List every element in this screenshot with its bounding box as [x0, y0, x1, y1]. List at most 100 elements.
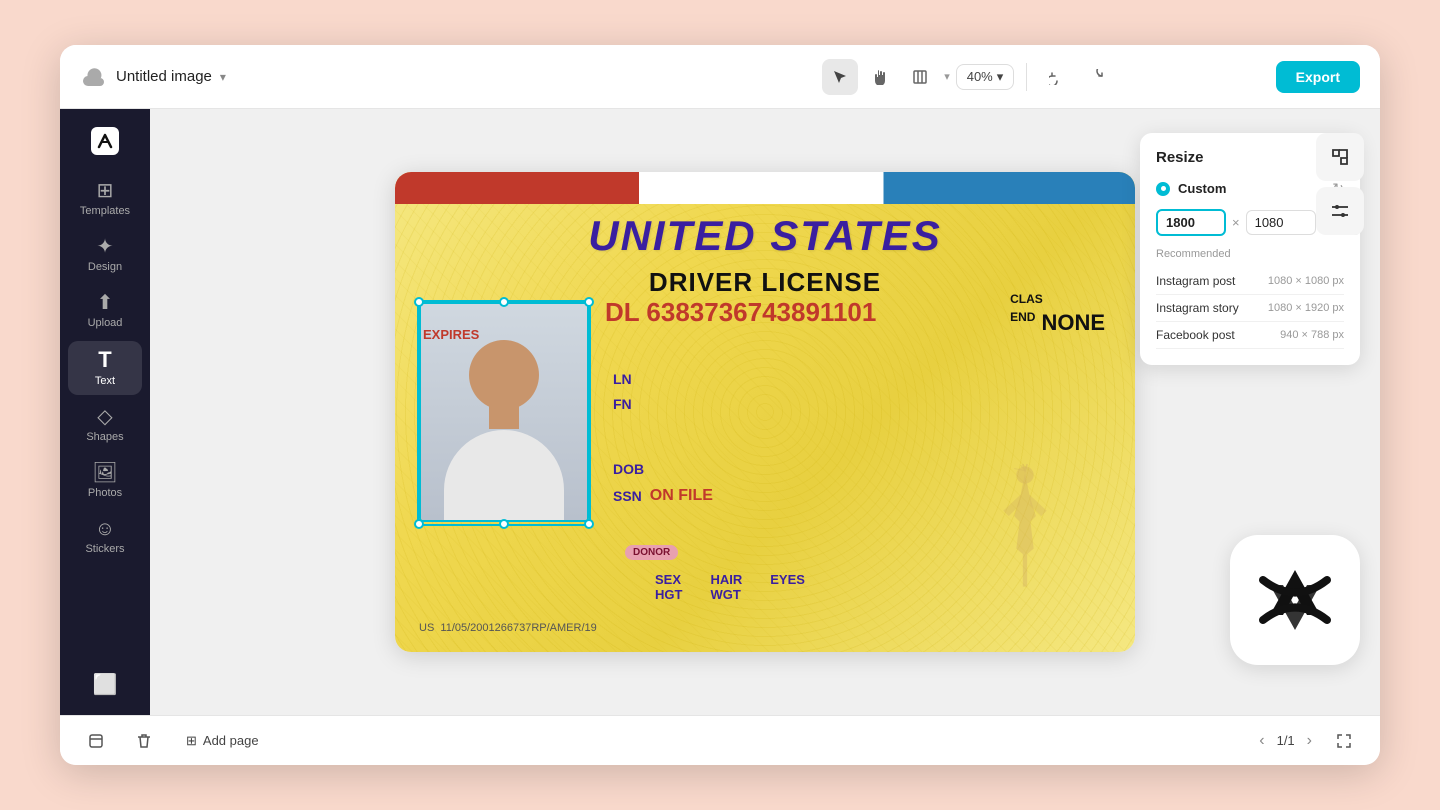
hair-wgt: HAIR WGT [710, 572, 742, 602]
add-page-label: Add page [203, 733, 259, 748]
sidebar-upload-label: Upload [88, 317, 123, 329]
add-page-icon: ⊞ [186, 733, 197, 749]
sidebar-stickers-label: Stickers [85, 543, 124, 555]
right-icon-panel [1316, 133, 1364, 235]
preset-name-2: Facebook post [1156, 328, 1235, 342]
width-input[interactable] [1156, 209, 1226, 236]
preset-facebook-post[interactable]: Facebook post 940 × 788 px [1156, 322, 1344, 349]
redo-button[interactable] [1079, 59, 1115, 95]
preset-instagram-post[interactable]: Instagram post 1080 × 1080 px [1156, 268, 1344, 295]
fn-label: FN [613, 392, 632, 417]
class-label: CLAS [1010, 292, 1105, 306]
preset-name-0: Instagram post [1156, 274, 1235, 288]
bottom-delete-button[interactable] [128, 725, 160, 757]
templates-icon: ⊞ [97, 181, 114, 201]
ln-fn-labels: LN FN [613, 367, 632, 417]
sidebar-bottom: ⬜ [68, 667, 142, 703]
dob-label: DOB [613, 457, 713, 482]
none-val: NONE [1041, 310, 1105, 336]
app-logo [85, 121, 125, 161]
preset-size-0: 1080 × 1080 px [1268, 275, 1344, 287]
undo-redo-group [1039, 59, 1115, 95]
person-neck [489, 404, 519, 429]
title-chevron-icon[interactable]: ▾ [220, 70, 226, 84]
sidebar-shapes-label: Shapes [86, 431, 123, 443]
donor-badge: DONOR [625, 545, 678, 560]
instagram-icon: ⬜ [93, 675, 118, 695]
preset-instagram-story[interactable]: Instagram story 1080 × 1920 px [1156, 295, 1344, 322]
dob-ssn-labels: DOB SSN ON FILE [613, 457, 713, 511]
main-area: ⊞ Templates ✦ Design ⬆ Upload T Text ◇ S… [60, 109, 1380, 715]
zoom-value: 40% [967, 69, 993, 84]
on-file-label: ON FILE [650, 482, 713, 511]
preset-size-1: 1080 × 1920 px [1268, 302, 1344, 314]
sidebar-item-stickers[interactable]: ☺ Stickers [68, 511, 142, 563]
top-bar: Untitled image ▾ ▾ 40% ▾ [60, 45, 1380, 109]
select-tool-button[interactable] [822, 59, 858, 95]
design-icon: ✦ [97, 237, 114, 257]
person-body [444, 430, 564, 520]
ln-label: LN [613, 367, 632, 392]
end-area: END NONE [1010, 310, 1105, 336]
sidebar-templates-label: Templates [80, 205, 130, 217]
capcut-logo-svg [1255, 560, 1335, 640]
custom-label: Custom [1178, 181, 1324, 196]
app-window: Untitled image ▾ ▾ 40% ▾ [60, 45, 1380, 765]
sidebar-item-photos[interactable]: 🖼 Photos [68, 455, 142, 507]
eyes-label: EYES [770, 572, 805, 602]
license-country: UNITED STATES [395, 212, 1135, 260]
physical-labels: SEX HGT HAIR WGT EYES [655, 572, 805, 602]
preset-name-1: Instagram story [1156, 301, 1239, 315]
page-nav: ‹ 1/1 › [1255, 730, 1316, 752]
sidebar-item-templates[interactable]: ⊞ Templates [68, 173, 142, 225]
donor-badge-area: DONOR [625, 542, 678, 560]
sidebar-item-shapes[interactable]: ◇ Shapes [68, 399, 142, 451]
canvas-area[interactable]: UNITED STATES DRIVER LICENSE [150, 109, 1380, 715]
document-title[interactable]: Untitled image [116, 68, 212, 85]
text-icon: T [98, 349, 111, 371]
sidebar: ⊞ Templates ✦ Design ⬆ Upload T Text ◇ S… [60, 109, 150, 715]
capcut-floating-logo [1230, 535, 1360, 665]
license-stripe [395, 172, 1135, 204]
expires-label: EXPIRES [423, 327, 479, 342]
resize-icon-button[interactable] [1316, 133, 1364, 181]
end-label: END [1010, 310, 1035, 336]
license-card: UNITED STATES DRIVER LICENSE [395, 172, 1135, 652]
stickers-icon: ☺ [95, 519, 115, 539]
frame-tool-button[interactable] [902, 59, 938, 95]
bottom-bar: ⊞ Add page ‹ 1/1 › [60, 715, 1380, 765]
sidebar-item-text[interactable]: T Text [68, 341, 142, 395]
photos-icon: 🖼 [92, 463, 117, 483]
bottom-right-controls: ‹ 1/1 › [1255, 725, 1360, 757]
custom-radio[interactable] [1156, 182, 1170, 196]
bottom-fullscreen-button[interactable] [1328, 725, 1360, 757]
shapes-icon: ◇ [97, 407, 112, 427]
height-input[interactable] [1246, 210, 1316, 235]
ssn-label: SSN [613, 484, 642, 509]
undo-button[interactable] [1039, 59, 1075, 95]
title-area: Untitled image ▾ [80, 63, 662, 91]
dimension-separator: × [1232, 215, 1240, 230]
sidebar-item-design[interactable]: ✦ Design [68, 229, 142, 281]
hand-tool-button[interactable] [862, 59, 898, 95]
add-page-button[interactable]: ⊞ Add page [176, 729, 269, 753]
adjust-icon-button[interactable] [1316, 187, 1364, 235]
export-button[interactable]: Export [1276, 61, 1360, 93]
sidebar-text-label: Text [95, 375, 115, 387]
next-page-button[interactable]: › [1303, 730, 1316, 752]
zoom-control[interactable]: 40% ▾ [956, 64, 1015, 90]
bottom-layers-button[interactable] [80, 725, 112, 757]
preset-size-2: 940 × 788 px [1280, 329, 1344, 341]
page-count: 1/1 [1277, 733, 1295, 748]
recommended-label: Recommended [1156, 248, 1344, 260]
class-area: CLAS END NONE [1010, 292, 1105, 336]
barcode-line: US 11/05/2001266737RP/AMER/19 [419, 622, 597, 634]
sidebar-design-label: Design [88, 261, 122, 273]
prev-page-button[interactable]: ‹ [1255, 730, 1268, 752]
cloud-icon [80, 63, 108, 91]
sidebar-item-upload[interactable]: ⬆ Upload [68, 285, 142, 337]
sex-hgt: SEX HGT [655, 572, 682, 602]
upload-icon: ⬆ [97, 293, 114, 313]
sidebar-item-instagram[interactable]: ⬜ [68, 667, 142, 703]
person-figure [434, 320, 574, 520]
